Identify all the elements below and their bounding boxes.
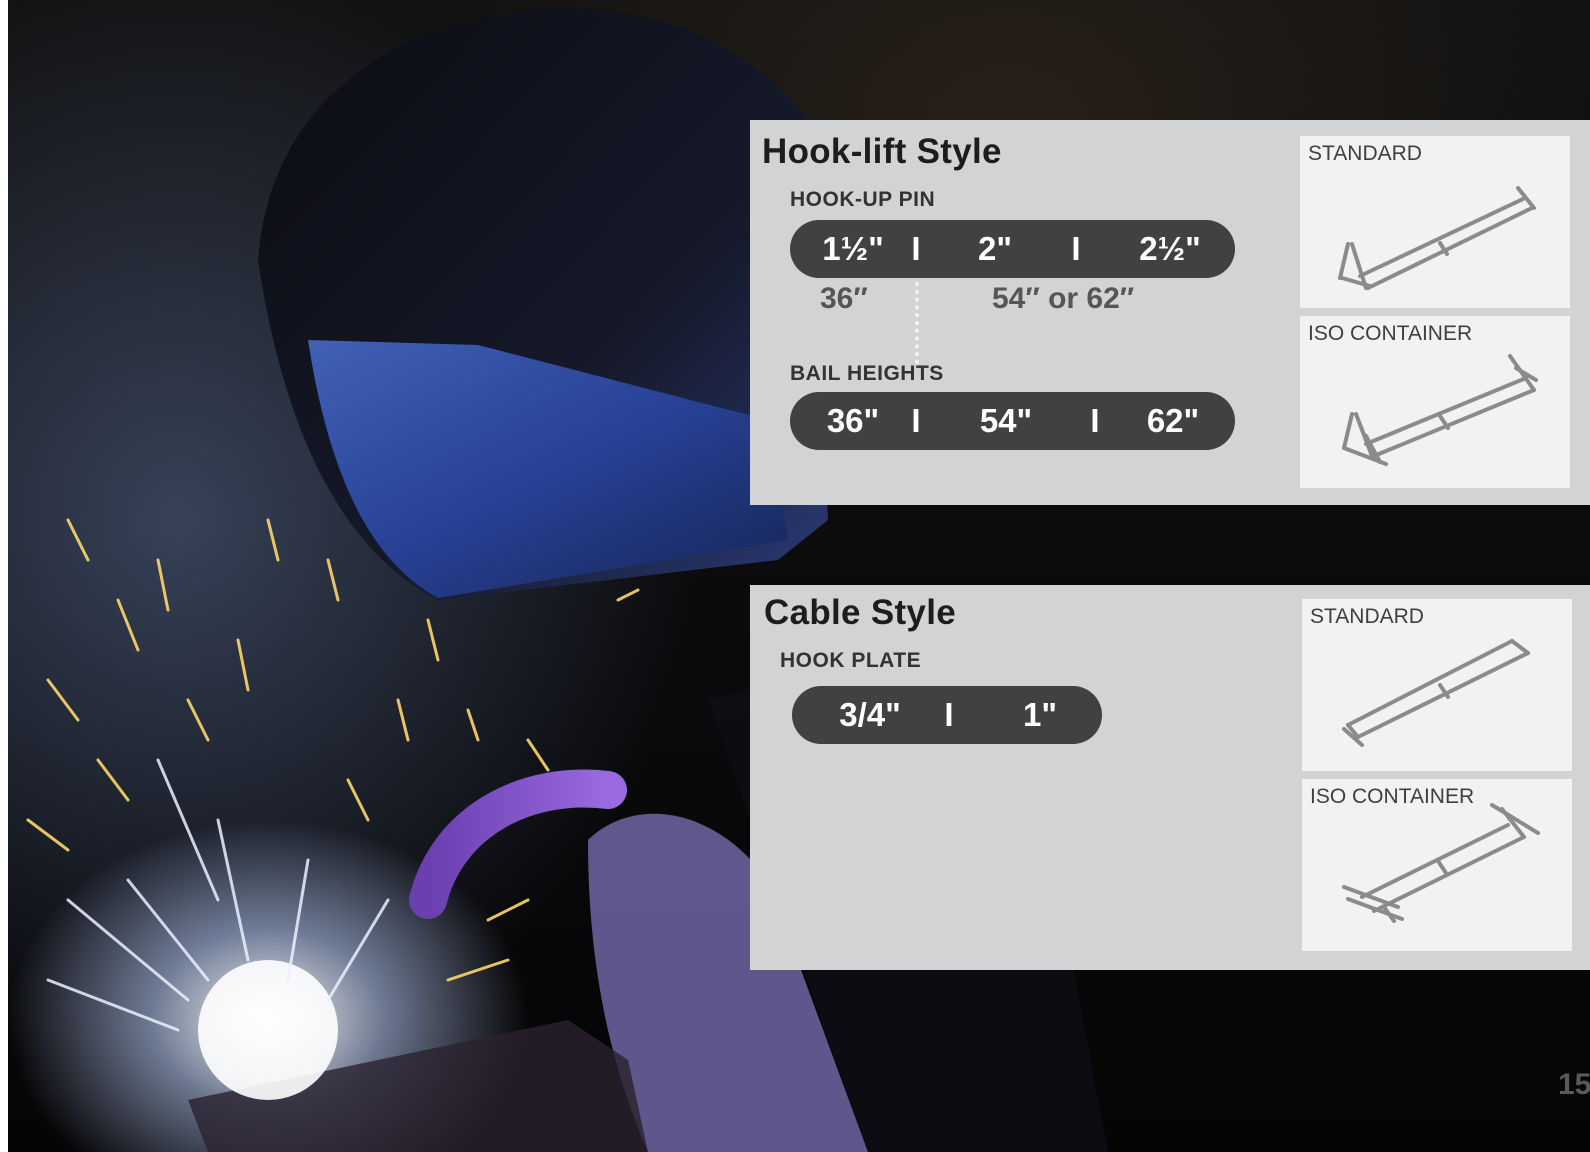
hook-plate-sizes: 3/4" I 1" <box>792 686 1102 744</box>
bail-size-1: 36" <box>826 402 880 439</box>
hook-lift-standard-frame-icon <box>1338 186 1536 290</box>
plate-size-1: 3/4" <box>839 696 901 733</box>
pin-size-3: 2½" <box>1139 230 1201 267</box>
pin-height-short: 36″ <box>820 282 868 315</box>
cable-standard-thumb: STANDARD <box>1302 599 1572 771</box>
page-edge <box>0 0 8 1152</box>
pin-separator: I <box>1071 230 1081 267</box>
pin-separator: I <box>911 230 921 267</box>
cable-title: Cable Style <box>764 593 956 632</box>
bail-separator: I <box>1090 402 1100 439</box>
cable-iso-frame-icon <box>1342 803 1540 923</box>
hook-up-pin-label: HOOK-UP PIN <box>790 188 936 211</box>
plate-separator: I <box>944 696 954 733</box>
hook-lift-panel: Hook-lift Style HOOK-UP PIN 1½" I 2" I 2… <box>750 120 1590 505</box>
bail-size-2: 54" <box>979 402 1033 439</box>
page-number: 15 <box>1558 1068 1590 1101</box>
pin-height-tall: 54″ or 62″ <box>992 282 1135 315</box>
bail-heights-label: BAIL HEIGHTS <box>790 362 944 385</box>
cable-panel: Cable Style HOOK PLATE 3/4" I 1" STANDAR… <box>750 585 1590 970</box>
height-divider <box>915 282 919 364</box>
bail-size-3: 62" <box>1146 402 1200 439</box>
plate-size-2: 1" <box>1023 696 1057 733</box>
bail-separator: I <box>911 402 921 439</box>
hook-up-pin-sizes: 1½" I 2" I 2½" <box>790 220 1235 278</box>
hook-lift-iso-frame-icon <box>1342 354 1538 466</box>
cable-iso-thumb: ISO CONTAINER <box>1302 779 1572 951</box>
hook-plate-label: HOOK PLATE <box>780 649 922 672</box>
cable-standard-frame-icon <box>1342 639 1530 747</box>
pin-size-1: 1½" <box>822 230 884 267</box>
hook-lift-title: Hook-lift Style <box>762 132 1002 171</box>
hook-lift-iso-thumb: ISO CONTAINER <box>1300 316 1570 488</box>
pin-size-2: 2" <box>978 230 1012 267</box>
hook-lift-standard-thumb: STANDARD <box>1300 136 1570 308</box>
bail-height-sizes: 36" I 54" I 62" <box>790 392 1235 450</box>
